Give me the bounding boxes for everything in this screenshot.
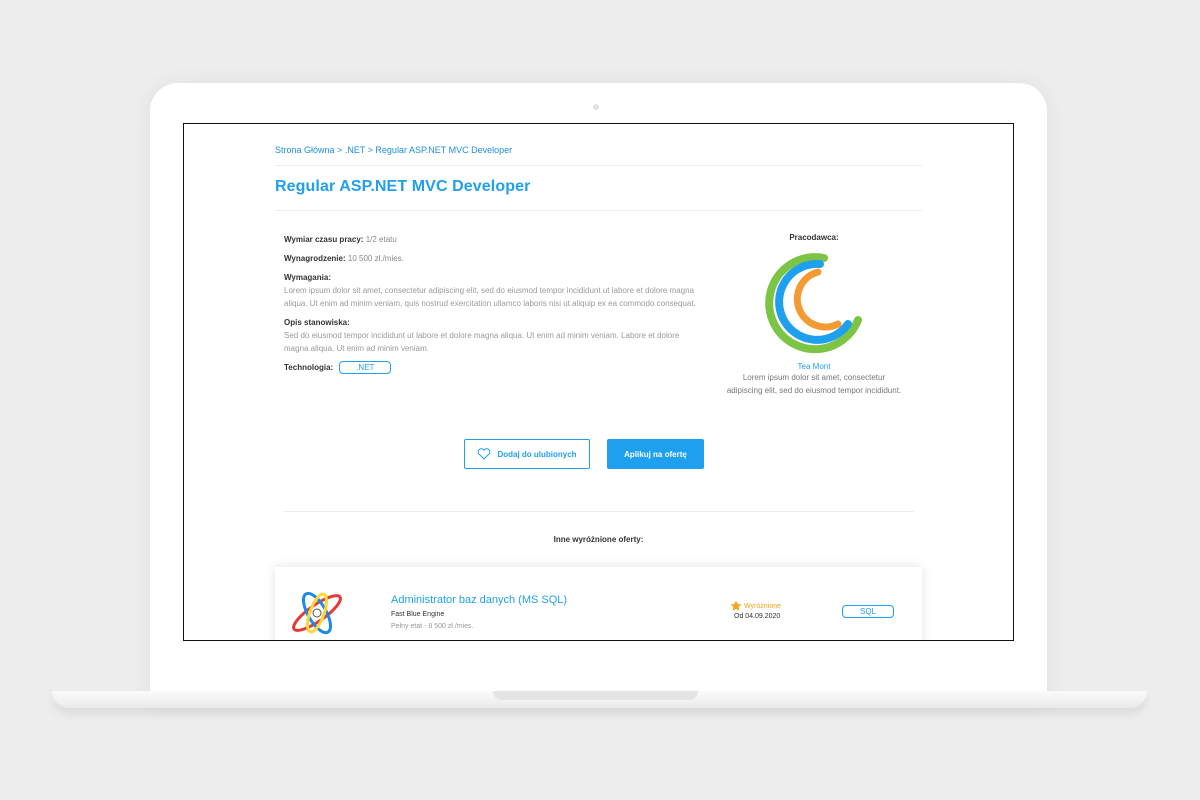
requirements-label: Wymagania: — [284, 273, 331, 282]
technology-row: Technologia: .NET — [284, 361, 699, 374]
page: Strona Główna > .NET > Regular ASP.NET M… — [184, 124, 1013, 640]
camera-dot — [593, 104, 599, 110]
breadcrumb-separator: > — [365, 145, 376, 155]
salary-label: Wynagrodzenie: — [284, 254, 346, 263]
divider — [275, 210, 922, 211]
employer-description: Lorem ipsum dolor sit amet, consectetur … — [726, 373, 902, 395]
heart-icon — [478, 448, 491, 460]
divider — [284, 511, 914, 512]
job-details: Wymiar czasu pracy: 1/2 etatu Wynagrodze… — [284, 233, 699, 374]
other-offers-heading: Inne wyróżnione oferty: — [553, 535, 644, 544]
offer-title[interactable]: Administrator baz danych (MS SQL) — [391, 594, 567, 606]
offer-company: Fast Blue Engine — [391, 611, 445, 618]
worktime-row: Wymiar czasu pracy: 1/2 etatu — [284, 233, 699, 246]
salary-value: 10 500 zł./mies. — [347, 254, 404, 263]
breadcrumb-separator: > — [334, 145, 345, 155]
employer-label: Pracodawca: — [789, 233, 839, 242]
employer-name[interactable]: Tea Mont — [724, 362, 904, 371]
description-section: Opis stanowiska: Sed do eiusmod tempor i… — [284, 316, 699, 355]
requirements-text: Lorem ipsum dolor sit amet, consectetur … — [284, 286, 696, 308]
featured-badge: Wyróżnione — [730, 600, 781, 612]
featured-label: Wyróżnione — [744, 602, 781, 610]
offer-card[interactable]: Administrator baz danych (MS SQL) Fast B… — [275, 567, 922, 640]
offer-date: Od 04.09.2020 — [734, 613, 781, 620]
company-logo — [292, 591, 342, 635]
worktime-label: Wymiar czasu pracy: — [284, 235, 364, 244]
page-title: Regular ASP.NET MVC Developer — [275, 178, 531, 195]
add-to-favorites-button[interactable]: Dodaj do ulubionych — [464, 439, 590, 469]
employer-panel: Pracodawca: Tea Mont Lorem ipsum dolor s… — [724, 233, 904, 397]
description-text: Sed do eiusmod tempor incididunt ut labo… — [284, 331, 680, 353]
employer-logo[interactable] — [762, 250, 866, 354]
offer-tag[interactable]: SQL — [842, 605, 894, 618]
offer-meta: Pełny etat - 8 500 zł./mies. — [391, 623, 474, 630]
apply-button[interactable]: Aplikuj na ofertę — [607, 439, 704, 469]
description-label: Opis stanowiska: — [284, 318, 350, 327]
screen: Strona Główna > .NET > Regular ASP.NET M… — [183, 123, 1014, 641]
breadcrumb-home[interactable]: Strona Główna — [275, 145, 335, 155]
laptop-notch — [493, 691, 698, 700]
breadcrumb: Strona Główna > .NET > Regular ASP.NET M… — [275, 145, 512, 155]
requirements-section: Wymagania: Lorem ipsum dolor sit amet, c… — [284, 271, 699, 310]
technology-label: Technologia: — [284, 363, 334, 372]
divider — [275, 165, 922, 166]
favorites-label: Dodaj do ulubionych — [497, 449, 577, 459]
breadcrumb-category[interactable]: .NET — [345, 145, 365, 155]
worktime-value: 1/2 etatu — [365, 235, 397, 244]
technology-tag[interactable]: .NET — [339, 361, 392, 374]
breadcrumb-current: Regular ASP.NET MVC Developer — [375, 145, 513, 155]
star-icon — [730, 600, 742, 611]
salary-row: Wynagrodzenie: 10 500 zł./mies. — [284, 252, 699, 265]
